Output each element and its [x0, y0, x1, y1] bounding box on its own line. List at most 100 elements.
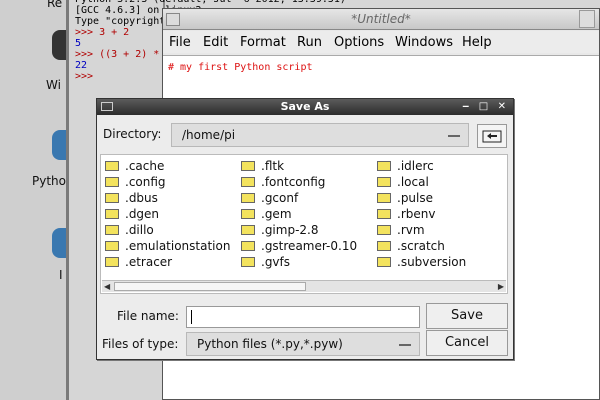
folder-icon — [105, 240, 119, 251]
file-list-item[interactable]: .cache — [105, 159, 164, 175]
directory-value: /home/pi — [182, 128, 236, 142]
dialog-titlebar[interactable]: Save As ‒ □ ✕ — [97, 99, 513, 115]
desktop-area: Re Wi Pytho I — [0, 0, 80, 400]
file-name: .config — [125, 175, 166, 189]
file-name: .dgen — [125, 207, 160, 221]
file-list-item[interactable]: .rvm — [377, 223, 425, 239]
folder-icon — [241, 256, 255, 267]
file-name: .gconf — [261, 191, 299, 205]
filename-input[interactable] — [186, 306, 420, 328]
file-name: .fontconfig — [261, 175, 326, 189]
folder-icon — [105, 160, 119, 171]
scroll-right-icon[interactable]: ▶ — [498, 282, 504, 291]
folder-icon — [241, 208, 255, 219]
folder-icon — [377, 224, 391, 235]
close-icon[interactable] — [579, 10, 595, 28]
menu-run[interactable]: Run — [297, 35, 322, 50]
menu-file[interactable]: File — [169, 35, 191, 50]
folder-icon — [105, 256, 119, 267]
scroll-left-icon[interactable]: ◀ — [104, 282, 110, 291]
desktop-icon-label: Wi — [46, 78, 61, 92]
file-list-item[interactable]: .gstreamer-0.10 — [241, 239, 357, 255]
cancel-button[interactable]: Cancel — [426, 330, 508, 356]
menu-options[interactable]: Options — [334, 35, 384, 50]
folder-icon — [105, 208, 119, 219]
folder-icon — [377, 208, 391, 219]
file-list-item[interactable]: .pulse — [377, 191, 433, 207]
desktop-icon-label: Pytho — [32, 174, 66, 188]
menu-windows[interactable]: Windows — [395, 35, 453, 50]
dropdown-arrow-icon — [448, 135, 460, 137]
file-list-item[interactable]: .dillo — [105, 223, 154, 239]
folder-icon — [377, 256, 391, 267]
desktop-icon-label: I — [59, 268, 63, 282]
file-name: .dillo — [125, 223, 154, 237]
menu-format[interactable]: Format — [240, 35, 286, 50]
file-name: .dbus — [125, 191, 158, 205]
file-name: .emulationstation — [125, 239, 231, 253]
file-name: .gem — [261, 207, 292, 221]
folder-icon — [105, 224, 119, 235]
file-name: .rbenv — [397, 207, 436, 221]
file-list-item[interactable]: .dgen — [105, 207, 159, 223]
file-name: .rvm — [397, 223, 425, 237]
folder-icon — [377, 160, 391, 171]
file-list-item[interactable]: .gem — [241, 207, 292, 223]
window-controls-icon[interactable]: ‒ □ ✕ — [462, 99, 509, 115]
file-list-item[interactable]: .gvfs — [241, 255, 290, 271]
horizontal-scrollbar[interactable]: ◀ ▶ — [102, 280, 506, 292]
folder-icon — [241, 224, 255, 235]
filetype-value: Python files (*.py,*.pyw) — [197, 337, 343, 351]
file-name: .pulse — [397, 191, 434, 205]
filename-label: File name: — [117, 309, 179, 323]
file-list-item[interactable]: .dbus — [105, 191, 158, 207]
file-list-item[interactable]: .fltk — [241, 159, 284, 175]
editor-title: *Untitled* — [351, 12, 411, 26]
folder-up-icon — [482, 130, 502, 143]
save-button[interactable]: Save — [426, 303, 508, 329]
menubar: File Edit Format Run Options Windows Hel… — [163, 31, 599, 53]
file-list-item[interactable]: .etracer — [105, 255, 172, 271]
directory-label: Directory: — [103, 127, 162, 141]
menu-help[interactable]: Help — [462, 35, 492, 50]
file-list-item[interactable]: .scratch — [377, 239, 445, 255]
directory-dropdown[interactable]: /home/pi — [171, 123, 469, 147]
file-list-item[interactable]: .config — [105, 175, 166, 191]
scrollbar-thumb[interactable] — [114, 282, 306, 291]
file-name: .scratch — [397, 239, 445, 253]
editor-titlebar[interactable]: *Untitled* — [163, 9, 599, 30]
folder-icon — [241, 176, 255, 187]
folder-icon — [241, 160, 255, 171]
file-list-item[interactable]: .local — [377, 175, 429, 191]
file-name: .gstreamer-0.10 — [261, 239, 358, 253]
file-list-item[interactable]: .subversion — [377, 255, 466, 271]
folder-icon — [105, 176, 119, 187]
folder-icon — [377, 192, 391, 203]
file-name: .gimp-2.8 — [261, 223, 319, 237]
file-name: .etracer — [125, 255, 173, 269]
file-name: .subversion — [397, 255, 467, 269]
file-list-item[interactable]: .gconf — [241, 191, 298, 207]
file-list-item[interactable]: .idlerc — [377, 159, 434, 175]
parent-directory-button[interactable] — [477, 124, 507, 148]
dropdown-arrow-icon — [399, 344, 411, 346]
folder-icon — [105, 192, 119, 203]
file-name: .local — [397, 175, 429, 189]
text-caret — [191, 310, 192, 324]
file-name: .gvfs — [261, 255, 291, 269]
folder-icon — [241, 192, 255, 203]
filetype-label: Files of type: — [102, 337, 179, 351]
dialog-title: Save As — [280, 100, 330, 113]
folder-icon — [241, 240, 255, 251]
file-list-item[interactable]: .gimp-2.8 — [241, 223, 319, 239]
file-list-item[interactable]: .fontconfig — [241, 175, 325, 191]
window-menu-icon[interactable] — [101, 102, 113, 111]
file-name: .fltk — [261, 159, 285, 173]
folder-icon — [377, 176, 391, 187]
code-comment: # my first Python script — [168, 62, 313, 73]
filetype-dropdown[interactable]: Python files (*.py,*.pyw) — [186, 332, 420, 356]
file-list[interactable]: ◀ ▶ .cache .config .dbus .dgen .dillo .emulat… — [100, 154, 508, 294]
file-list-item[interactable]: .emulationstation — [105, 239, 230, 255]
menu-edit[interactable]: Edit — [203, 35, 228, 50]
file-list-item[interactable]: .rbenv — [377, 207, 435, 223]
